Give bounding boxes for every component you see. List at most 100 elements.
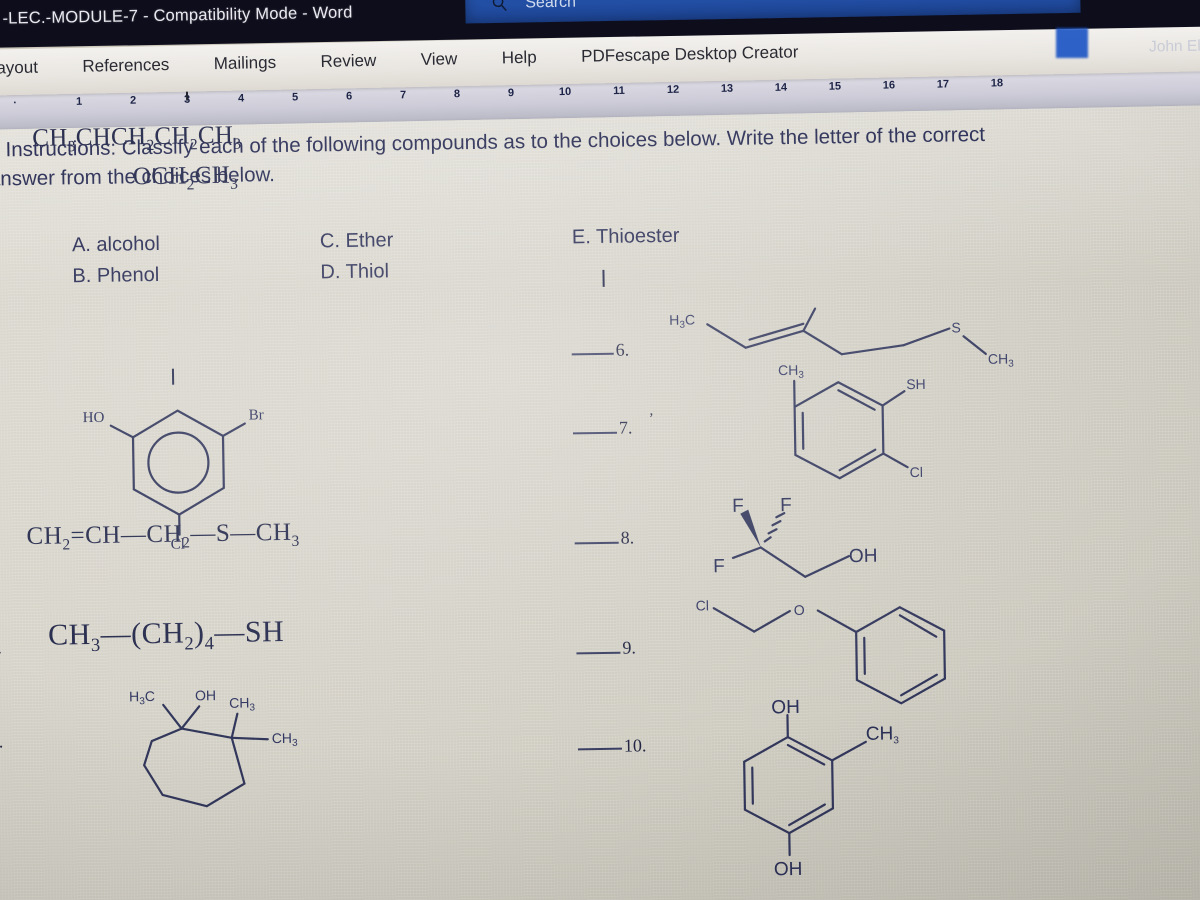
question-4-number: 4. <box>0 637 2 658</box>
alkene-thioether-chain <box>706 307 987 356</box>
question-8-number: 8. <box>620 527 635 548</box>
question-5-structure: H3C OH CH3 CH3 <box>99 680 331 819</box>
tab-references[interactable]: References <box>62 55 189 78</box>
benzene-ring-hexagon <box>131 409 225 516</box>
document-page[interactable]: I: Instructions: Classify each of the fo… <box>0 99 1200 900</box>
answer-blank-6[interactable] <box>571 352 614 356</box>
question-4-formula: CH3—(CH2)4—SH <box>47 614 285 657</box>
label-ch3: CH3 <box>778 362 805 381</box>
ribbon-tabs: ayout References Mailings Review View He… <box>0 42 819 78</box>
answer-blank-7[interactable] <box>572 431 618 435</box>
bond-to-ho <box>109 424 135 439</box>
choices-block: A. alcohol B. Phenol C. Ether D. Thiol E… <box>72 218 872 288</box>
ruler-tick: 12 <box>666 83 680 97</box>
bond-to-br <box>221 422 246 438</box>
ruler-tick: 16 <box>882 79 896 92</box>
answer-blank-9[interactable] <box>576 651 621 655</box>
choice-a-key: A. <box>71 233 92 257</box>
cycloheptane-ring <box>142 727 246 808</box>
tab-mailings[interactable]: Mailings <box>194 52 297 74</box>
ruler-tick: 8 <box>453 88 461 101</box>
choice-d-label: Thiol <box>345 260 390 283</box>
answer-blank-10[interactable] <box>577 747 622 751</box>
question-3-formula: CH2=CH—CH2—S—CH3 <box>26 518 300 554</box>
ruler-tick: 14 <box>774 81 788 94</box>
text-cursor <box>602 269 605 287</box>
screenshot-root: I: Instructions: Classify each of the fo… <box>0 0 1200 900</box>
ruler-tick: 1 <box>75 95 83 108</box>
tab-pdfescape-desktop-creator[interactable]: PDFescape Desktop Creator <box>561 42 819 67</box>
label-cl: Cl <box>910 464 923 480</box>
label-oh-bottom: OH <box>774 859 803 880</box>
bond-to-ch3-right <box>230 736 269 741</box>
question-7-number: 7. <box>618 417 633 438</box>
label-o: O <box>794 602 805 618</box>
ruler-tick: 7 <box>399 89 407 102</box>
bond-to-ch3 <box>831 740 867 762</box>
choice-b-key: B. <box>72 264 92 288</box>
question-1-branch-bond <box>171 368 175 385</box>
label-sh: SH <box>906 376 926 392</box>
ruler-tick: 9 <box>507 87 515 100</box>
search-box[interactable]: Search <box>465 0 1081 24</box>
choice-b-label: Phenol <box>96 263 160 287</box>
dashed-bond-f <box>763 512 786 543</box>
window-accent-block <box>1056 28 1088 58</box>
ruler-tick: 11 <box>613 84 625 98</box>
choices-column-3: E. Thioester <box>572 221 680 254</box>
tab-layout[interactable]: ayout <box>0 57 58 78</box>
bond-to-sh <box>881 390 906 407</box>
choice-e-label: Thioester <box>595 224 680 249</box>
tab-review[interactable]: Review <box>300 50 396 72</box>
question-6-number: 6. <box>615 339 630 360</box>
tab-view[interactable]: View <box>401 49 478 71</box>
choices-column-2: C. Ether D. Thiol <box>320 225 394 288</box>
benzene-ring-kekule <box>855 606 947 705</box>
ruler-tick: 2 <box>129 94 137 107</box>
question-8-structure: F F F OH <box>696 493 938 602</box>
choice-c-label: Ether <box>345 229 394 252</box>
question-10-structure: OH CH3 OH <box>719 697 922 895</box>
search-placeholder: Search <box>525 0 577 12</box>
label-ho: HO <box>83 410 105 426</box>
choice-d: D. Thiol <box>320 256 394 288</box>
label-ch3-right: CH3 <box>272 730 299 749</box>
label-br: Br <box>249 407 264 423</box>
question-5-number: 5. <box>0 731 4 752</box>
label-h3c: H3C <box>669 311 695 330</box>
label-s: S <box>951 319 961 335</box>
ruler-tick: 10 <box>558 85 572 99</box>
label-f-plain: F <box>713 556 725 577</box>
ruler-tick: 18 <box>990 77 1004 90</box>
answer-blank-8[interactable] <box>574 541 619 545</box>
question-7-structure: CH3 SH Cl <box>764 353 946 501</box>
search-icon <box>492 0 507 11</box>
account-name: John Ell <box>1148 37 1200 56</box>
choice-a: A. alcohol <box>72 229 160 261</box>
choice-e: E. Thioester <box>572 221 680 254</box>
document-body: I: Instructions: Classify each of the fo… <box>0 100 1200 900</box>
choice-c: C. Ether <box>320 225 394 257</box>
label-f-wedge: F <box>732 496 744 517</box>
bond-to-oh <box>180 705 201 730</box>
question-7-stray-mark: ’ <box>648 411 654 428</box>
ruler-tick: 5 <box>291 91 299 104</box>
question-1-formula-branch: OCH2CH3 <box>132 161 239 194</box>
ether-linker <box>712 607 858 634</box>
bond-to-cl <box>882 452 909 469</box>
question-9-structure: Cl O <box>675 585 1017 715</box>
ruler-tick: 6 <box>345 90 353 103</box>
tab-help[interactable]: Help <box>482 47 557 69</box>
label-ch3-up: CH3 <box>229 694 256 713</box>
choice-d-key: D. <box>320 261 341 284</box>
ruler-tick: 13 <box>720 82 734 95</box>
ruler-tick: 17 <box>936 78 950 91</box>
bond-to-ch3-up <box>230 712 239 739</box>
bond-to-h3c <box>162 703 183 730</box>
label-ch3: CH3 <box>866 723 900 747</box>
question-10-number: 10. <box>623 735 647 756</box>
choice-a-label: alcohol <box>96 232 161 256</box>
label-oh: OH <box>849 546 878 567</box>
choice-e-key: E. <box>571 226 591 249</box>
choice-c-key: C. <box>319 230 341 253</box>
